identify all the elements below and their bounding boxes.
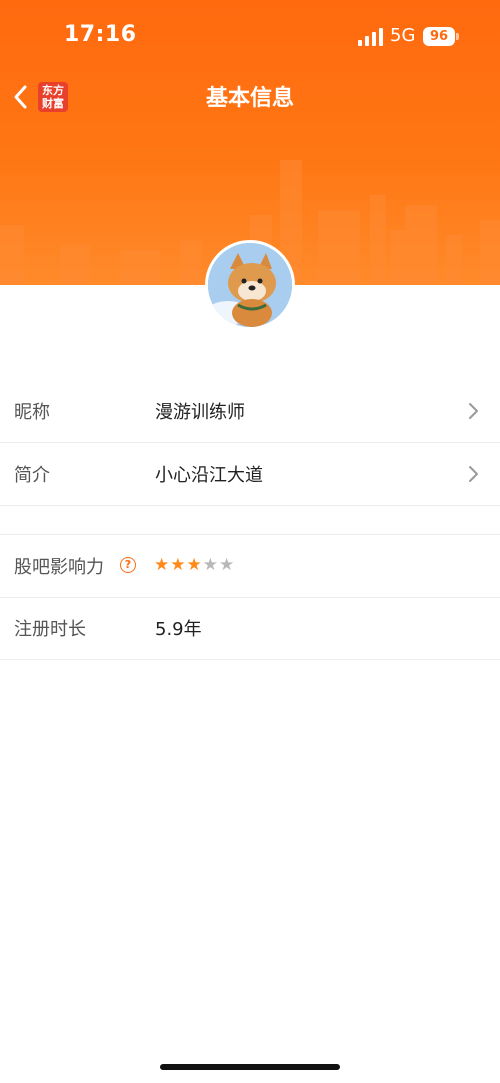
battery-level: 96 (429, 29, 449, 44)
chevron-right-icon (469, 466, 478, 482)
network-type: 5G (390, 25, 416, 46)
star-filled-icon: ★ (186, 555, 203, 575)
nickname-value: 漫游训练师 (155, 402, 245, 423)
battery-icon: 96 (423, 27, 455, 46)
bio-label: 简介 (14, 465, 50, 486)
influence-stars: ★★★★★ (154, 555, 235, 575)
bio-value: 小心沿江大道 (155, 465, 263, 486)
star-filled-icon: ★ (170, 555, 187, 575)
star-empty-icon: ★ (219, 555, 236, 575)
star-filled-icon: ★ (154, 555, 171, 575)
nickname-row[interactable]: 昵称 漫游训练师 (0, 380, 500, 443)
status-bar: 17:16 5G 96 (0, 0, 500, 70)
battery-tip (456, 33, 459, 40)
home-indicator[interactable] (160, 1064, 340, 1070)
registration-label: 注册时长 (14, 619, 86, 640)
registration-value: 5.9年 (155, 619, 202, 640)
avatar[interactable] (205, 240, 295, 330)
page-title: 基本信息 (205, 86, 294, 111)
status-time: 17:16 (64, 22, 137, 47)
dog-avatar-image (208, 243, 292, 327)
nickname-label: 昵称 (14, 402, 50, 423)
question-icon[interactable]: ? (120, 557, 136, 573)
bio-row[interactable]: 简介 小心沿江大道 (0, 443, 500, 506)
influence-row: 股吧影响力 ? ★★★★★ (0, 534, 500, 598)
chevron-right-icon (469, 403, 478, 419)
registration-row: 注册时长 5.9年 (0, 597, 500, 660)
star-empty-icon: ★ (202, 555, 219, 575)
cellular-signal-icon (358, 28, 383, 46)
influence-label: 股吧影响力 (14, 557, 104, 578)
